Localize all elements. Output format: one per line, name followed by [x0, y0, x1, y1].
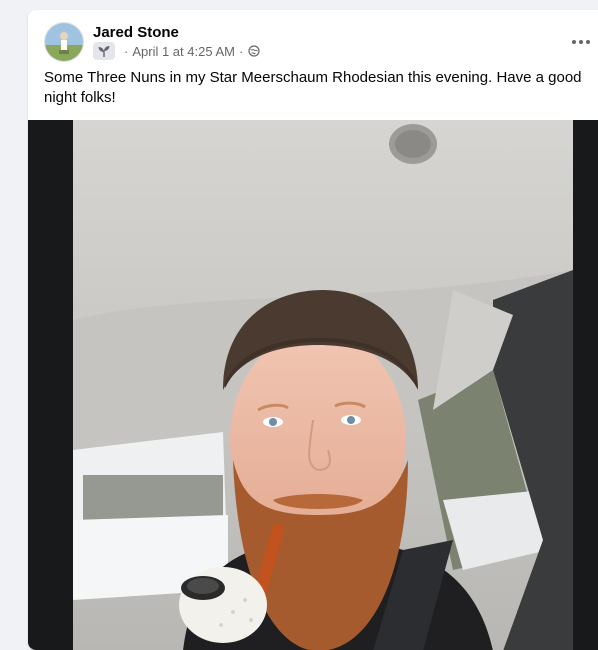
author-name[interactable]: Jared Stone: [93, 24, 179, 41]
post-message: Some Three Nuns in my Star Meerschaum Rh…: [44, 69, 582, 106]
photo-image: [73, 120, 573, 650]
post-timestamp[interactable]: April 1 at 4:25 AM: [132, 44, 235, 59]
more-options-button[interactable]: [563, 28, 598, 56]
meta-separator: ·: [238, 43, 244, 59]
avatar[interactable]: [44, 22, 84, 62]
post-media: [28, 120, 598, 650]
post-card: Jared Stone · April 1 at 4:25 AM · Some …: [28, 10, 598, 650]
more-horizontal-icon: [572, 40, 590, 44]
post-header: Jared Stone · April 1 at 4:25 AM ·: [28, 10, 598, 72]
public-globe-icon[interactable]: [247, 44, 261, 58]
post-meta: · April 1 at 4:25 AM ·: [93, 42, 261, 60]
meta-separator: ·: [124, 43, 129, 59]
seedling-icon[interactable]: [93, 42, 115, 60]
post-photo[interactable]: [73, 120, 573, 650]
avatar-image: [45, 23, 83, 61]
